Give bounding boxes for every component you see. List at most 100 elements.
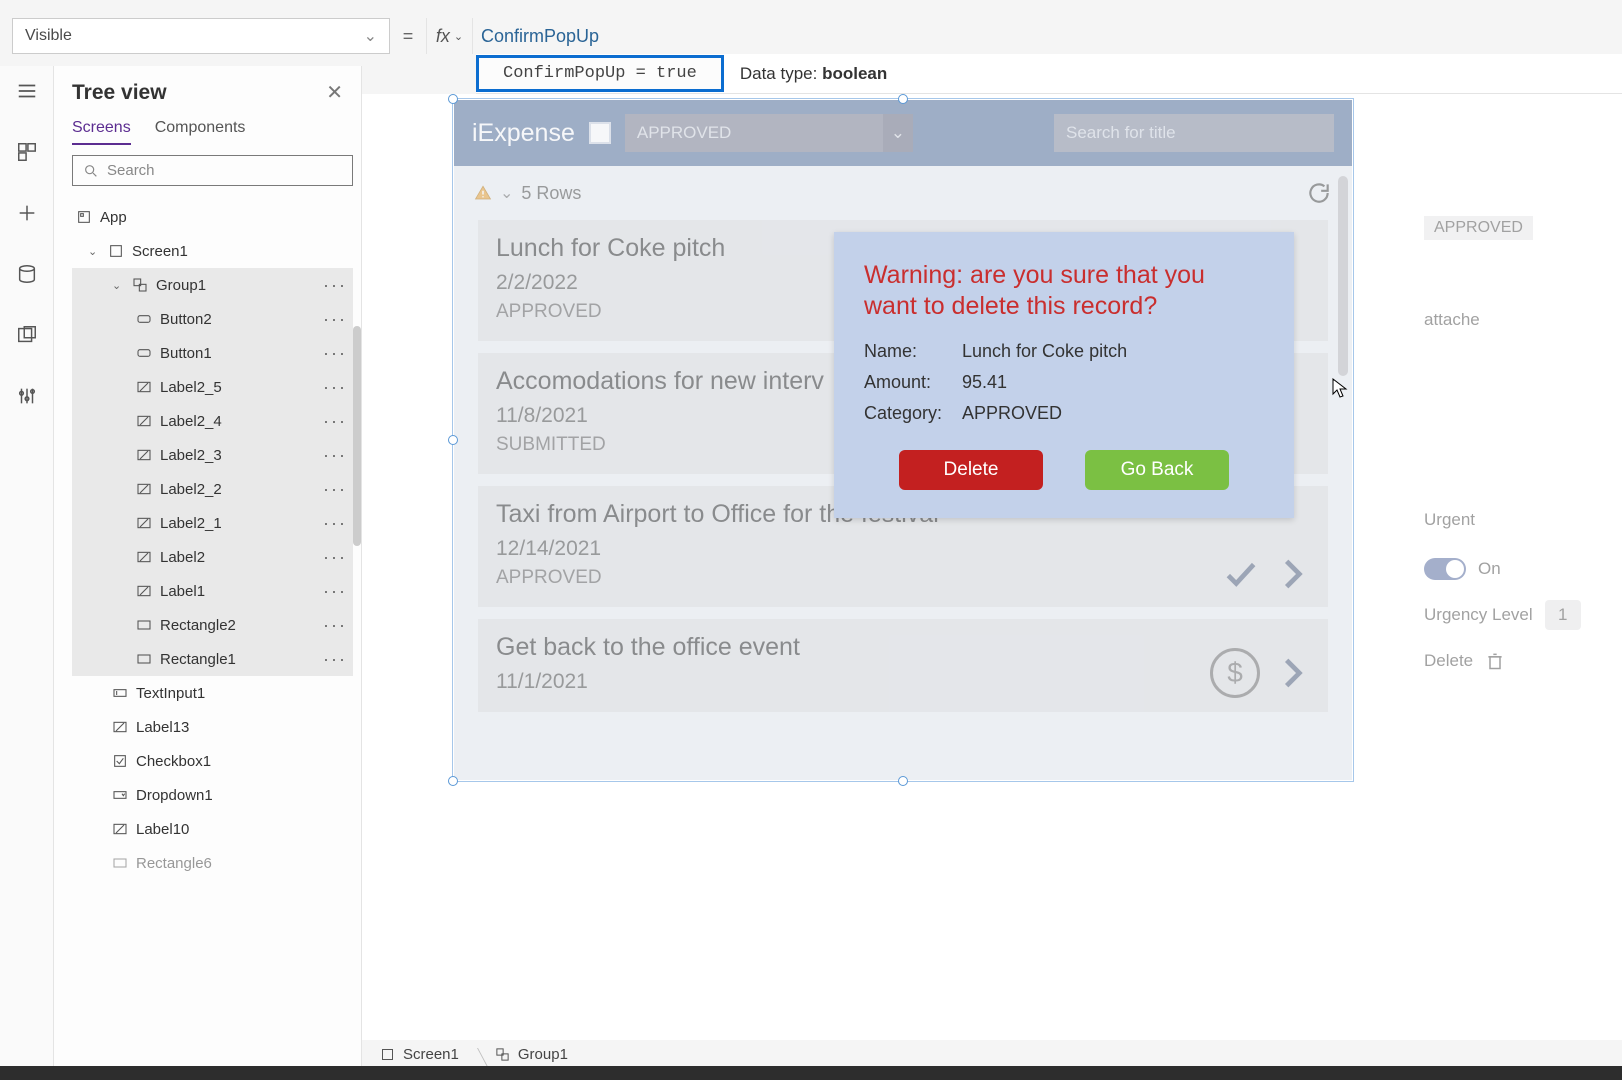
record-date: 11/1/2021 [496,670,1310,694]
tree-view-panel: Tree view ✕ Screens Components Search Ap… [54,66,362,1080]
dollar-icon[interactable]: $ [1210,648,1260,698]
tab-screens[interactable]: Screens [72,119,131,145]
formula-text: ConfirmPopUp [481,26,599,47]
trash-icon[interactable] [1485,650,1505,672]
tree-node-item[interactable]: Button1··· [72,336,353,370]
tree-view-icon[interactable] [16,141,38,168]
record-date: 12/14/2021 [496,537,1310,561]
tree-node-item[interactable]: Checkbox1 [72,744,353,778]
label-icon [136,447,152,463]
attachments-label: attache [1424,310,1622,330]
tree-node-app[interactable]: App [72,200,353,234]
chevron-right-icon[interactable] [1274,654,1312,692]
header-checkbox[interactable] [589,122,611,144]
property-selector-value: Visible [25,27,72,45]
tree-node-item[interactable]: Label13 [72,710,353,744]
label-icon [136,481,152,497]
chevron-right-icon[interactable] [1274,555,1312,593]
close-icon[interactable]: ✕ [326,80,343,105]
more-icon[interactable]: ··· [323,615,347,636]
tree-search-placeholder: Search [107,162,155,179]
more-icon[interactable]: ··· [323,547,347,568]
screen-icon [108,243,124,259]
tree-node-item[interactable]: Label1··· [72,574,353,608]
go-back-button[interactable]: Go Back [1085,450,1229,490]
popup-category-label: Category: [864,403,962,424]
urgent-label: Urgent [1424,510,1622,530]
settings-icon[interactable] [16,385,38,412]
scrollbar[interactable] [1338,176,1348,376]
button-icon [136,345,152,361]
search-icon [83,163,99,179]
tree-node-item[interactable]: Dropdown1 [72,778,353,812]
chevron-down-icon: ⌄ [112,279,124,292]
record-title: Get back to the office event [496,633,1310,662]
hamburger-icon[interactable] [16,80,38,107]
chevron-down-icon: ⌄ [500,183,513,203]
tree-node-item[interactable]: Label10 [72,812,353,846]
popup-amount-label: Amount: [864,372,962,393]
tree-node-item[interactable]: Label2_3··· [72,438,353,472]
rectangle-icon [136,651,152,667]
tree-search-input[interactable]: Search [72,155,353,186]
more-icon[interactable]: ··· [323,343,347,364]
tree-node-item[interactable]: Label2_5··· [72,370,353,404]
insert-icon[interactable] [16,202,38,229]
refresh-icon[interactable] [1306,180,1332,206]
more-icon[interactable]: ··· [323,479,347,500]
breadcrumb-group[interactable]: Group1 [477,1046,586,1063]
more-icon[interactable]: ··· [323,649,347,670]
formula-bar[interactable]: ConfirmPopUp [472,18,1622,54]
list-item[interactable]: Get back to the office event 11/1/2021 $ [478,619,1328,712]
scrollbar[interactable] [353,326,361,546]
chevron-down-icon: ⌄ [883,114,913,152]
more-icon[interactable]: ··· [323,309,347,330]
tree-node-item[interactable]: TextInput1 [72,676,353,710]
more-icon[interactable]: ··· [323,411,347,432]
media-icon[interactable] [16,324,38,351]
label-icon [112,719,128,735]
tree: App ⌄ Screen1 ⌄ Group1 ··· Button2··· Bu… [72,200,353,880]
status-bar [0,1066,1622,1080]
more-icon[interactable]: ··· [323,377,347,398]
chevron-down-icon: ⌄ [364,26,377,46]
tree-node-item[interactable]: Label2_2··· [72,472,353,506]
popup-warning-text: Warning: are you sure that you want to d… [864,260,1264,323]
screen-icon [380,1047,395,1062]
breadcrumb-screen[interactable]: Screen1 [362,1046,477,1063]
dropdown-icon [112,787,128,803]
more-icon[interactable]: ··· [323,275,347,296]
tree-node-item[interactable]: Label2··· [72,540,353,574]
check-icon[interactable] [1222,555,1260,593]
tree-node-item[interactable]: Rectangle2··· [72,608,353,642]
rectangle-icon [136,617,152,633]
urgent-toggle[interactable] [1424,558,1466,580]
data-type-label: Data type: boolean [740,64,887,84]
warning-icon [474,184,492,202]
tree-node-screen[interactable]: ⌄ Screen1 [72,234,353,268]
tree-node-item[interactable]: Label2_4··· [72,404,353,438]
left-rail [0,66,54,1080]
fx-button[interactable]: fx ⌄ [426,18,472,54]
tree-node-group[interactable]: ⌄ Group1 ··· [72,268,353,302]
tree-node-item[interactable]: Button2··· [72,302,353,336]
delete-button[interactable]: Delete [899,450,1043,490]
canvas[interactable]: APPROVED attache Urgent On Urgency Level… [362,94,1622,1040]
tab-components[interactable]: Components [155,119,246,145]
data-icon[interactable] [16,263,38,290]
delete-label: Delete [1424,651,1473,671]
search-input[interactable]: Search for title [1054,114,1334,152]
tree-view-title: Tree view [72,81,167,105]
more-icon[interactable]: ··· [323,581,347,602]
tree-node-item[interactable]: Rectangle1··· [72,642,353,676]
chevron-down-icon: ⌄ [88,245,100,258]
tree-node-item[interactable]: Rectangle6 [72,846,353,880]
tree-node-item[interactable]: Label2_1··· [72,506,353,540]
more-icon[interactable]: ··· [323,513,347,534]
chevron-down-icon: ⌄ [454,30,463,43]
fx-icon: fx [436,26,450,47]
property-selector[interactable]: Visible ⌄ [12,18,390,54]
more-icon[interactable]: ··· [323,445,347,466]
status-dropdown[interactable]: APPROVED ⌄ [625,114,913,152]
app-icon [76,209,92,225]
